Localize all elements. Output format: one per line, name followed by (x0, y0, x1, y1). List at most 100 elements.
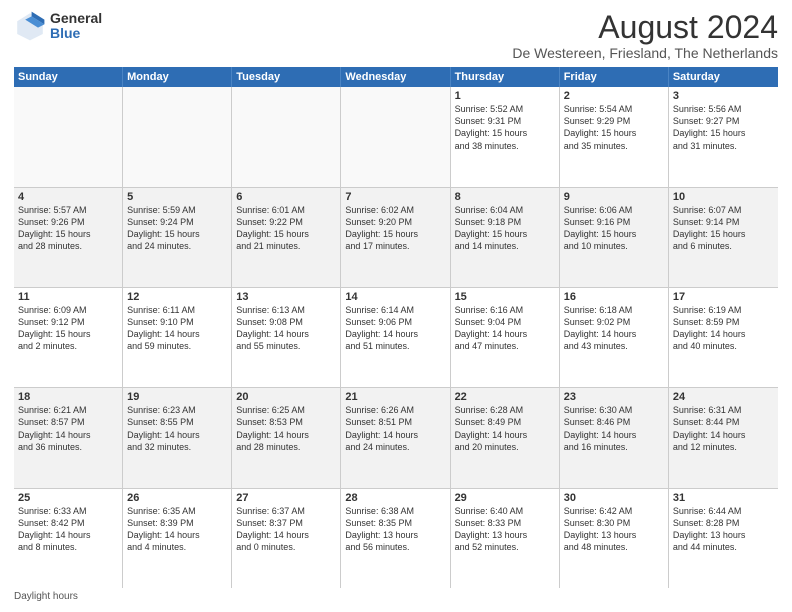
day-number: 2 (564, 90, 664, 102)
cell-text: Sunrise: 6:35 AMSunset: 8:39 PMDaylight:… (127, 505, 227, 554)
cell-text: Sunrise: 5:54 AMSunset: 9:29 PMDaylight:… (564, 103, 664, 152)
day-number: 18 (18, 391, 118, 403)
cell-text: Sunrise: 5:59 AMSunset: 9:24 PMDaylight:… (127, 204, 227, 253)
logo-general: General (50, 11, 102, 26)
day-number: 21 (345, 391, 445, 403)
day-number: 31 (673, 492, 774, 504)
cell-text: Sunrise: 6:04 AMSunset: 9:18 PMDaylight:… (455, 204, 555, 253)
cell-text: Sunrise: 5:56 AMSunset: 9:27 PMDaylight:… (673, 103, 774, 152)
calendar-row-0: 1Sunrise: 5:52 AMSunset: 9:31 PMDaylight… (14, 87, 778, 187)
day-number: 29 (455, 492, 555, 504)
calendar-header: SundayMondayTuesdayWednesdayThursdayFrid… (14, 67, 778, 87)
day-number: 3 (673, 90, 774, 102)
calendar-cell: 1Sunrise: 5:52 AMSunset: 9:31 PMDaylight… (451, 87, 560, 186)
cell-text: Sunrise: 6:25 AMSunset: 8:53 PMDaylight:… (236, 404, 336, 453)
cell-text: Sunrise: 6:23 AMSunset: 8:55 PMDaylight:… (127, 404, 227, 453)
calendar-cell: 7Sunrise: 6:02 AMSunset: 9:20 PMDaylight… (341, 188, 450, 287)
day-number: 17 (673, 291, 774, 303)
subtitle: De Westereen, Friesland, The Netherlands (512, 45, 778, 61)
cell-text: Sunrise: 6:02 AMSunset: 9:20 PMDaylight:… (345, 204, 445, 253)
calendar-cell (232, 87, 341, 186)
calendar-cell: 13Sunrise: 6:13 AMSunset: 9:08 PMDayligh… (232, 288, 341, 387)
calendar-header-day-thursday: Thursday (451, 67, 560, 87)
calendar-cell: 6Sunrise: 6:01 AMSunset: 9:22 PMDaylight… (232, 188, 341, 287)
day-number: 20 (236, 391, 336, 403)
calendar-cell (123, 87, 232, 186)
calendar-cell: 27Sunrise: 6:37 AMSunset: 8:37 PMDayligh… (232, 489, 341, 588)
day-number: 27 (236, 492, 336, 504)
day-number: 26 (127, 492, 227, 504)
cell-text: Sunrise: 6:09 AMSunset: 9:12 PMDaylight:… (18, 304, 118, 353)
calendar-cell: 10Sunrise: 6:07 AMSunset: 9:14 PMDayligh… (669, 188, 778, 287)
day-number: 10 (673, 191, 774, 203)
cell-text: Sunrise: 6:11 AMSunset: 9:10 PMDaylight:… (127, 304, 227, 353)
main-title: August 2024 (512, 10, 778, 45)
cell-text: Sunrise: 6:07 AMSunset: 9:14 PMDaylight:… (673, 204, 774, 253)
day-number: 9 (564, 191, 664, 203)
calendar-header-day-friday: Friday (560, 67, 669, 87)
calendar-cell: 14Sunrise: 6:14 AMSunset: 9:06 PMDayligh… (341, 288, 450, 387)
calendar-cell: 3Sunrise: 5:56 AMSunset: 9:27 PMDaylight… (669, 87, 778, 186)
day-number: 23 (564, 391, 664, 403)
cell-text: Sunrise: 6:31 AMSunset: 8:44 PMDaylight:… (673, 404, 774, 453)
calendar-cell: 2Sunrise: 5:54 AMSunset: 9:29 PMDaylight… (560, 87, 669, 186)
calendar-row-1: 4Sunrise: 5:57 AMSunset: 9:26 PMDaylight… (14, 188, 778, 288)
calendar-cell: 18Sunrise: 6:21 AMSunset: 8:57 PMDayligh… (14, 388, 123, 487)
calendar-cell (341, 87, 450, 186)
day-number: 13 (236, 291, 336, 303)
calendar-cell: 30Sunrise: 6:42 AMSunset: 8:30 PMDayligh… (560, 489, 669, 588)
day-number: 19 (127, 391, 227, 403)
calendar-cell: 23Sunrise: 6:30 AMSunset: 8:46 PMDayligh… (560, 388, 669, 487)
calendar-cell: 17Sunrise: 6:19 AMSunset: 8:59 PMDayligh… (669, 288, 778, 387)
day-number: 22 (455, 391, 555, 403)
calendar-cell: 29Sunrise: 6:40 AMSunset: 8:33 PMDayligh… (451, 489, 560, 588)
cell-text: Sunrise: 6:37 AMSunset: 8:37 PMDaylight:… (236, 505, 336, 554)
header: General Blue August 2024 De Westereen, F… (14, 10, 778, 61)
cell-text: Sunrise: 6:19 AMSunset: 8:59 PMDaylight:… (673, 304, 774, 353)
calendar-cell: 12Sunrise: 6:11 AMSunset: 9:10 PMDayligh… (123, 288, 232, 387)
logo-text: General Blue (50, 11, 102, 42)
cell-text: Sunrise: 5:57 AMSunset: 9:26 PMDaylight:… (18, 204, 118, 253)
cell-text: Sunrise: 6:42 AMSunset: 8:30 PMDaylight:… (564, 505, 664, 554)
day-number: 4 (18, 191, 118, 203)
calendar-cell: 20Sunrise: 6:25 AMSunset: 8:53 PMDayligh… (232, 388, 341, 487)
day-number: 14 (345, 291, 445, 303)
cell-text: Sunrise: 6:18 AMSunset: 9:02 PMDaylight:… (564, 304, 664, 353)
cell-text: Sunrise: 5:52 AMSunset: 9:31 PMDaylight:… (455, 103, 555, 152)
day-number: 6 (236, 191, 336, 203)
day-number: 8 (455, 191, 555, 203)
calendar-cell: 22Sunrise: 6:28 AMSunset: 8:49 PMDayligh… (451, 388, 560, 487)
day-number: 28 (345, 492, 445, 504)
calendar-cell: 28Sunrise: 6:38 AMSunset: 8:35 PMDayligh… (341, 489, 450, 588)
day-number: 1 (455, 90, 555, 102)
calendar-cell: 16Sunrise: 6:18 AMSunset: 9:02 PMDayligh… (560, 288, 669, 387)
cell-text: Sunrise: 6:26 AMSunset: 8:51 PMDaylight:… (345, 404, 445, 453)
cell-text: Sunrise: 6:40 AMSunset: 8:33 PMDaylight:… (455, 505, 555, 554)
day-number: 25 (18, 492, 118, 504)
cell-text: Sunrise: 6:30 AMSunset: 8:46 PMDaylight:… (564, 404, 664, 453)
calendar-cell: 31Sunrise: 6:44 AMSunset: 8:28 PMDayligh… (669, 489, 778, 588)
calendar-row-4: 25Sunrise: 6:33 AMSunset: 8:42 PMDayligh… (14, 489, 778, 588)
calendar-header-day-wednesday: Wednesday (341, 67, 450, 87)
calendar-header-day-saturday: Saturday (669, 67, 778, 87)
calendar-cell: 26Sunrise: 6:35 AMSunset: 8:39 PMDayligh… (123, 489, 232, 588)
cell-text: Sunrise: 6:01 AMSunset: 9:22 PMDaylight:… (236, 204, 336, 253)
calendar-cell: 8Sunrise: 6:04 AMSunset: 9:18 PMDaylight… (451, 188, 560, 287)
cell-text: Sunrise: 6:06 AMSunset: 9:16 PMDaylight:… (564, 204, 664, 253)
logo: General Blue (14, 10, 102, 42)
calendar-header-day-sunday: Sunday (14, 67, 123, 87)
cell-text: Sunrise: 6:21 AMSunset: 8:57 PMDaylight:… (18, 404, 118, 453)
cell-text: Sunrise: 6:33 AMSunset: 8:42 PMDaylight:… (18, 505, 118, 554)
day-number: 15 (455, 291, 555, 303)
calendar-header-day-monday: Monday (123, 67, 232, 87)
calendar-cell (14, 87, 123, 186)
day-number: 24 (673, 391, 774, 403)
calendar-cell: 9Sunrise: 6:06 AMSunset: 9:16 PMDaylight… (560, 188, 669, 287)
cell-text: Sunrise: 6:38 AMSunset: 8:35 PMDaylight:… (345, 505, 445, 554)
title-block: August 2024 De Westereen, Friesland, The… (512, 10, 778, 61)
cell-text: Sunrise: 6:28 AMSunset: 8:49 PMDaylight:… (455, 404, 555, 453)
calendar-cell: 19Sunrise: 6:23 AMSunset: 8:55 PMDayligh… (123, 388, 232, 487)
calendar: SundayMondayTuesdayWednesdayThursdayFrid… (14, 67, 778, 588)
cell-text: Sunrise: 6:13 AMSunset: 9:08 PMDaylight:… (236, 304, 336, 353)
calendar-cell: 21Sunrise: 6:26 AMSunset: 8:51 PMDayligh… (341, 388, 450, 487)
